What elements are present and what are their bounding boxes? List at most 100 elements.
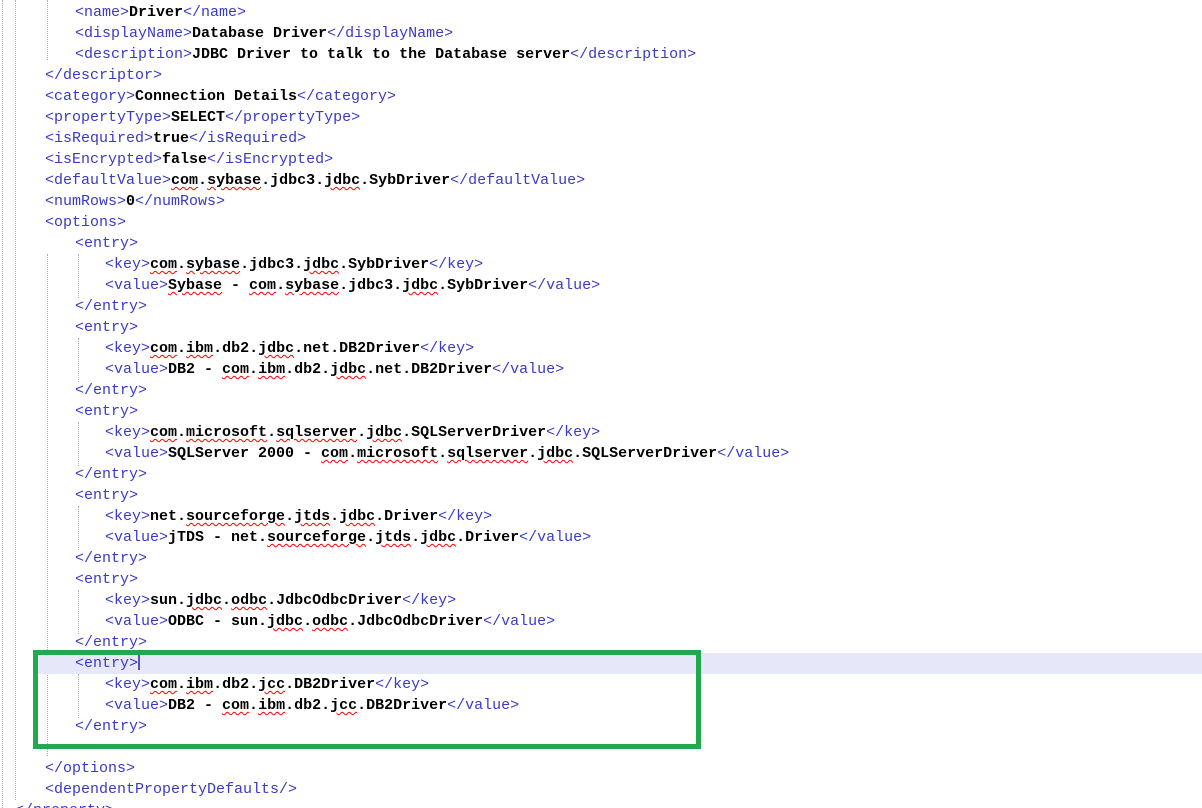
misspelled-word: jcc xyxy=(258,676,285,693)
xml-text: .SQLServerDriver xyxy=(573,445,717,462)
xml-tag: </key> xyxy=(429,256,483,273)
code-line[interactable]: <value>ODBC - sun.jdbc.odbc.JdbcOdbcDriv… xyxy=(0,611,1202,632)
misspelled-word: com xyxy=(150,256,177,273)
xml-tag: <value> xyxy=(105,277,168,294)
misspelled-word: jdbc xyxy=(339,508,375,525)
xml-tag: </key> xyxy=(420,340,474,357)
code-line[interactable]: </descriptor> xyxy=(0,65,1202,86)
xml-text: jTDS - net. xyxy=(168,529,267,546)
xml-text: sun. xyxy=(150,592,186,609)
xml-tag: </entry> xyxy=(75,382,147,399)
code-line[interactable]: <key>net.sourceforge.jtds.jdbc.Driver</k… xyxy=(0,506,1202,527)
code-line[interactable]: <description>JDBC Driver to talk to the … xyxy=(0,44,1202,65)
code-line[interactable] xyxy=(0,737,1202,758)
xml-tag: </isRequired> xyxy=(189,130,306,147)
code-line[interactable]: <isEncrypted>false</isEncrypted> xyxy=(0,149,1202,170)
misspelled-word: jdbc xyxy=(402,277,438,294)
misspelled-word: ibm xyxy=(258,361,285,378)
xml-tag: </key> xyxy=(546,424,600,441)
code-line[interactable]: <entry> xyxy=(0,317,1202,338)
code-line[interactable]: <key>com.sybase.jdbc3.jdbc.SybDriver</ke… xyxy=(0,254,1202,275)
code-line[interactable]: <value>SQLServer 2000 - com.microsoft.sq… xyxy=(0,443,1202,464)
xml-text: 0 xyxy=(126,193,135,210)
xml-text: . xyxy=(267,424,276,441)
xml-tag: </entry> xyxy=(75,634,147,651)
xml-tag: <key> xyxy=(105,340,150,357)
xml-tag: <value> xyxy=(105,613,168,630)
code-line[interactable]: <key>com.microsoft.sqlserver.jdbc.SQLSer… xyxy=(0,422,1202,443)
code-line[interactable]: <value>DB2 - com.ibm.db2.jcc.DB2Driver</… xyxy=(0,695,1202,716)
code-line[interactable]: </entry> xyxy=(0,296,1202,317)
xml-text: .db2. xyxy=(285,361,330,378)
code-line[interactable]: <entry> xyxy=(0,233,1202,254)
xml-text: .db2. xyxy=(213,340,258,357)
code-line[interactable]: </entry> xyxy=(0,380,1202,401)
code-line[interactable]: <options> xyxy=(0,212,1202,233)
xml-tag: </numRows> xyxy=(135,193,225,210)
xml-text: . xyxy=(177,424,186,441)
xml-tag: </options> xyxy=(45,760,135,777)
xml-text: Database Driver xyxy=(192,25,327,42)
code-line[interactable]: <entry> xyxy=(0,569,1202,590)
code-line[interactable]: </entry> xyxy=(0,716,1202,737)
xml-editor[interactable]: <name>Driver</name><displayName>Database… xyxy=(0,0,1202,808)
xml-text: . xyxy=(303,613,312,630)
misspelled-word: ibm xyxy=(186,340,213,357)
xml-text: . xyxy=(330,508,339,525)
code-line[interactable]: <dependentPropertyDefaults/> xyxy=(0,779,1202,800)
xml-tag: </key> xyxy=(402,592,456,609)
xml-text: .JdbcOdbcDriver xyxy=(267,592,402,609)
xml-tag: </value> xyxy=(519,529,591,546)
misspelled-word: jdbc xyxy=(420,529,456,546)
xml-text: . xyxy=(285,508,294,525)
code-line[interactable]: </property> xyxy=(0,800,1202,808)
xml-tag: <dependentPropertyDefaults/> xyxy=(45,781,297,798)
code-line[interactable]: <defaultValue>com.sybase.jdbc3.jdbc.SybD… xyxy=(0,170,1202,191)
xml-text: .DB2Driver xyxy=(357,697,447,714)
misspelled-word: odbc xyxy=(231,592,267,609)
code-line[interactable]: </entry> xyxy=(0,464,1202,485)
code-line[interactable]: <key>sun.jdbc.odbc.JdbcOdbcDriver</key> xyxy=(0,590,1202,611)
xml-tag: </isEncrypted> xyxy=(207,151,333,168)
code-line[interactable]: <value>jTDS - net.sourceforge.jtds.jdbc.… xyxy=(0,527,1202,548)
misspelled-word: jdbc xyxy=(366,424,402,441)
code-line[interactable]: <propertyType>SELECT</propertyType> xyxy=(0,107,1202,128)
code-line[interactable]: <entry> xyxy=(0,653,1202,674)
xml-tag: <numRows> xyxy=(45,193,126,210)
code-line[interactable]: <numRows>0</numRows> xyxy=(0,191,1202,212)
xml-tag: <key> xyxy=(105,676,150,693)
code-area[interactable]: <name>Driver</name><displayName>Database… xyxy=(0,2,1202,808)
misspelled-word: com xyxy=(171,172,198,189)
xml-text: . xyxy=(249,361,258,378)
misspelled-word: sourceforge xyxy=(186,508,285,525)
xml-text: .SybDriver xyxy=(438,277,528,294)
xml-tag: <entry> xyxy=(75,235,138,252)
misspelled-word: jtds xyxy=(375,529,411,546)
misspelled-word: sybase xyxy=(207,172,261,189)
code-line[interactable]: <value>DB2 - com.ibm.db2.jdbc.net.DB2Dri… xyxy=(0,359,1202,380)
misspelled-word: com xyxy=(150,424,177,441)
code-line[interactable]: </entry> xyxy=(0,548,1202,569)
code-line[interactable]: <name>Driver</name> xyxy=(0,2,1202,23)
xml-text: net. xyxy=(150,508,186,525)
code-line[interactable]: <key>com.ibm.db2.jdbc.net.DB2Driver</key… xyxy=(0,338,1202,359)
xml-tag: </descriptor> xyxy=(45,67,162,84)
code-line[interactable]: <entry> xyxy=(0,401,1202,422)
xml-text: .SQLServerDriver xyxy=(402,424,546,441)
code-line[interactable]: <isRequired>true</isRequired> xyxy=(0,128,1202,149)
xml-tag: </category> xyxy=(297,88,396,105)
code-line[interactable]: <entry> xyxy=(0,485,1202,506)
code-line[interactable]: </options> xyxy=(0,758,1202,779)
misspelled-word: jdbc xyxy=(258,340,294,357)
xml-tag: <entry> xyxy=(75,487,138,504)
misspelled-word: jcc xyxy=(330,697,357,714)
code-line[interactable]: <key>com.ibm.db2.jcc.DB2Driver</key> xyxy=(0,674,1202,695)
xml-tag: <key> xyxy=(105,592,150,609)
code-line[interactable]: <category>Connection Details</category> xyxy=(0,86,1202,107)
xml-text: .net.DB2Driver xyxy=(294,340,420,357)
code-line[interactable]: </entry> xyxy=(0,632,1202,653)
xml-text: ODBC - sun. xyxy=(168,613,267,630)
xml-text: false xyxy=(162,151,207,168)
code-line[interactable]: <displayName>Database Driver</displayNam… xyxy=(0,23,1202,44)
code-line[interactable]: <value>Sybase - com.sybase.jdbc3.jdbc.Sy… xyxy=(0,275,1202,296)
